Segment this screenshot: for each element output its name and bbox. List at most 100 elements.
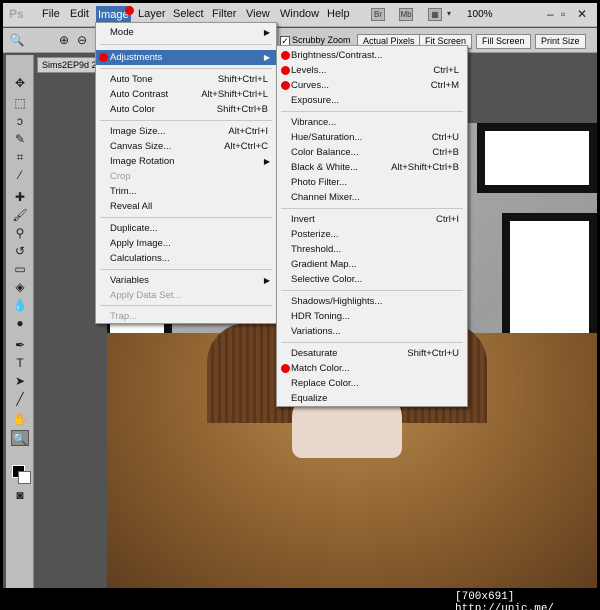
separator	[100, 269, 272, 270]
menu-item-trim[interactable]: Trim...	[96, 184, 276, 199]
tools-panel: ✥ ⬚ ↄ ✎ ⌗ ⁄ ✚ 🖌 ⚲ ↺ ▭ ◈ 💧 ● ✒ T ➤ ╱ ✋ 🔍 …	[6, 55, 34, 588]
blur-tool-icon[interactable]: 💧	[11, 297, 29, 313]
menu-item-hdr-toning[interactable]: HDR Toning...	[277, 309, 467, 324]
menu-view[interactable]: View	[246, 8, 270, 20]
close-icon[interactable]: ✕	[577, 7, 587, 21]
restore-icon[interactable]: ▫	[561, 7, 565, 21]
menu-item-auto-tone[interactable]: Auto Tone Shift+Ctrl+L	[96, 72, 276, 87]
zoom-tool-icon[interactable]: 🔍	[8, 32, 26, 48]
quick-selection-icon[interactable]: ✎	[11, 131, 29, 147]
menu-item-adjustments[interactable]: Adjustments ▶	[96, 50, 276, 65]
menu-item-threshold[interactable]: Threshold...	[277, 242, 467, 257]
clone-stamp-icon[interactable]: ⚲	[11, 225, 29, 241]
menu-file[interactable]: File	[42, 8, 60, 20]
screenshot-frame: Ps File Edit Image Layer Select Filter V…	[0, 0, 600, 610]
eraser-tool-icon[interactable]: ▭	[11, 261, 29, 277]
menu-item-color-balance[interactable]: Color Balance... Ctrl+B	[277, 145, 467, 160]
paint-bucket-icon[interactable]: ◈	[11, 279, 29, 295]
type-tool-icon[interactable]: T	[11, 355, 29, 371]
history-brush-icon[interactable]: ↺	[11, 243, 29, 259]
menu-item-brightness-contrast[interactable]: Brightness/Contrast...	[277, 48, 467, 63]
menu-item-auto-color[interactable]: Auto Color Shift+Ctrl+B	[96, 102, 276, 117]
marquee-tool-icon[interactable]: ⬚	[11, 95, 29, 111]
menu-filter[interactable]: Filter	[212, 8, 236, 20]
document-tab[interactable]: Sims2EP9d 2	[37, 57, 103, 73]
separator	[100, 120, 272, 121]
move-tool-icon[interactable]: ✥	[11, 75, 29, 91]
image-menu: Mode ▶ Adjustments ▶ Auto Tone Shift+Ctrl+L…	[95, 22, 277, 324]
dodge-tool-icon[interactable]: ●	[11, 315, 29, 331]
separator	[281, 208, 463, 209]
menu-item-black-white[interactable]: Black & White... Alt+Shift+Ctrl+B	[277, 160, 467, 175]
menu-item-levels[interactable]: Levels... Ctrl+L	[277, 63, 467, 78]
image-host-caption: [700x691] http://upic.me/	[455, 591, 555, 610]
separator	[100, 44, 272, 45]
separator	[281, 111, 463, 112]
menu-item-desaturate[interactable]: Desaturate Shift+Ctrl+U	[277, 346, 467, 361]
menu-item-channel-mixer[interactable]: Channel Mixer...	[277, 190, 467, 205]
menu-item-calculations[interactable]: Calculations...	[96, 251, 276, 266]
menu-item-image-rotation[interactable]: Image Rotation ▶	[96, 154, 276, 169]
zoom-level[interactable]: 100%	[467, 9, 493, 20]
healing-brush-icon[interactable]: ✚	[11, 189, 29, 205]
menu-item-hue-saturation[interactable]: Hue/Saturation... Ctrl+U	[277, 130, 467, 145]
menu-bar: Ps File Edit Image Layer Select Filter V…	[3, 3, 597, 27]
line-tool-icon[interactable]: ╱	[11, 391, 29, 407]
zoom-out-icon[interactable]: ⊖	[73, 32, 91, 48]
zoom-in-icon[interactable]: ⊕	[55, 32, 73, 48]
print-size-button[interactable]: Print Size	[535, 34, 586, 49]
menu-item-invert[interactable]: Invert Ctrl+I	[277, 212, 467, 227]
scrubby-zoom-label: Scrubby Zoom	[292, 35, 351, 45]
pen-tool-icon[interactable]: ✒	[11, 337, 29, 353]
menu-item-gradient-map[interactable]: Gradient Map...	[277, 257, 467, 272]
menu-edit[interactable]: Edit	[70, 8, 89, 20]
menu-item-replace-color[interactable]: Replace Color...	[277, 376, 467, 391]
menu-item-equalize[interactable]: Equalize	[277, 391, 467, 406]
hand-tool-icon[interactable]: ✋	[11, 411, 29, 427]
menu-item-auto-contrast[interactable]: Auto Contrast Alt+Shift+Ctrl+L	[96, 87, 276, 102]
eyedropper-tool-icon[interactable]: ⁄	[11, 167, 29, 183]
menu-item-reveal-all[interactable]: Reveal All	[96, 199, 276, 214]
menu-item-selective-color[interactable]: Selective Color...	[277, 272, 467, 287]
mini-bridge-icon[interactable]: Mb	[399, 8, 413, 21]
red-marker-icon	[281, 364, 290, 373]
framed-picture	[477, 123, 597, 193]
menu-help[interactable]: Help	[327, 8, 350, 20]
chevron-down-icon[interactable]: ▾	[442, 8, 456, 21]
menu-item-match-color[interactable]: Match Color...	[277, 361, 467, 376]
separator	[100, 68, 272, 69]
crop-tool-icon[interactable]: ⌗	[11, 149, 29, 165]
brush-tool-icon[interactable]: 🖌	[11, 207, 29, 223]
menu-item-posterize[interactable]: Posterize...	[277, 227, 467, 242]
lasso-tool-icon[interactable]: ↄ	[11, 113, 29, 129]
minimize-icon[interactable]: –	[547, 7, 554, 21]
red-marker-icon	[125, 6, 134, 15]
grid-icon[interactable]: ▦	[428, 8, 442, 21]
zoom-tool-icon[interactable]: 🔍	[11, 430, 29, 446]
menu-item-variables[interactable]: Variables ▶	[96, 273, 276, 288]
path-selection-icon[interactable]: ➤	[11, 373, 29, 389]
menu-item-shadows-highlights[interactable]: Shadows/Highlights...	[277, 294, 467, 309]
separator	[281, 342, 463, 343]
menu-item-image-size[interactable]: Image Size... Alt+Ctrl+I	[96, 124, 276, 139]
menu-item-variations[interactable]: Variations...	[277, 324, 467, 339]
menu-window[interactable]: Window	[280, 8, 319, 20]
red-marker-icon	[281, 51, 290, 60]
menu-item-duplicate[interactable]: Duplicate...	[96, 221, 276, 236]
menu-select[interactable]: Select	[173, 8, 204, 20]
quick-mask-icon[interactable]: ◙	[11, 487, 29, 503]
menu-item-curves[interactable]: Curves... Ctrl+M	[277, 78, 467, 93]
background-color-swatch[interactable]	[18, 471, 31, 484]
separator	[281, 290, 463, 291]
fill-screen-button[interactable]: Fill Screen	[476, 34, 531, 49]
menu-item-vibrance[interactable]: Vibrance...	[277, 115, 467, 130]
menu-item-mode[interactable]: Mode ▶	[96, 25, 276, 40]
menu-layer[interactable]: Layer	[138, 8, 166, 20]
separator	[100, 217, 272, 218]
photoshop-window: Ps File Edit Image Layer Select Filter V…	[3, 3, 597, 588]
menu-item-exposure[interactable]: Exposure...	[277, 93, 467, 108]
menu-item-canvas-size[interactable]: Canvas Size... Alt+Ctrl+C	[96, 139, 276, 154]
bridge-icon[interactable]: Br	[371, 8, 385, 21]
menu-item-apply-image[interactable]: Apply Image...	[96, 236, 276, 251]
menu-item-photo-filter[interactable]: Photo Filter...	[277, 175, 467, 190]
